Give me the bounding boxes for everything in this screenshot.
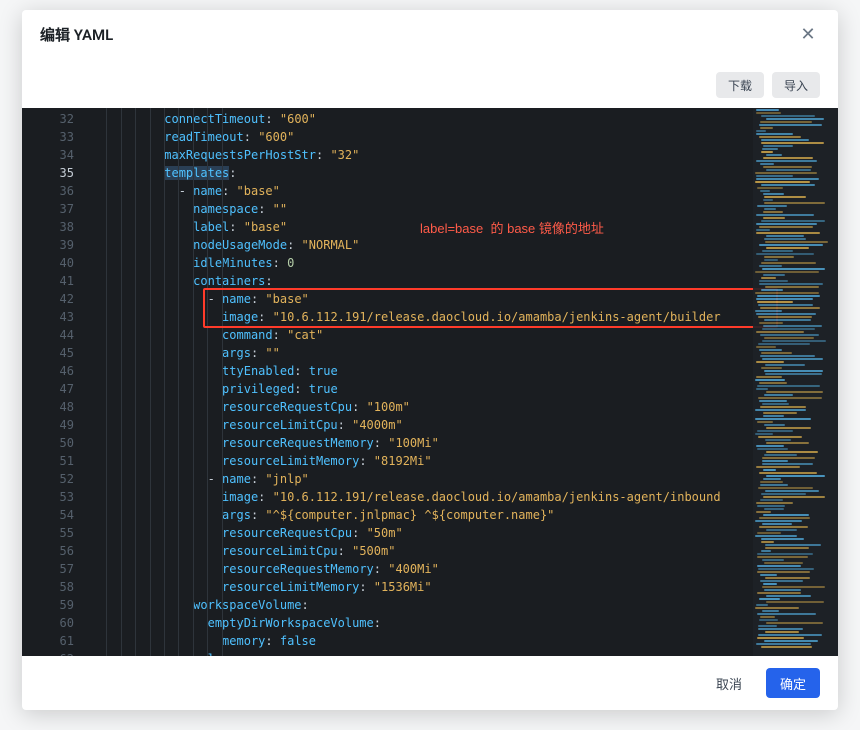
code-line: resourceRequestMemory: "100Mi": [92, 434, 838, 452]
code-line: ttyEnabled: true: [92, 362, 838, 380]
confirm-button[interactable]: 确定: [766, 668, 820, 698]
code-line: resourceLimitCpu: "500m": [92, 542, 838, 560]
code-line: resourceRequestCpu: "100m": [92, 398, 838, 416]
code-line: args: "^${computer.jnlpmac} ^${computer.…: [92, 506, 838, 524]
code-area[interactable]: connectTimeout: "600" readTimeout: "600"…: [92, 108, 838, 656]
code-line: resourceLimitCpu: "4000m": [92, 416, 838, 434]
code-line: connectTimeout: "600": [92, 110, 838, 128]
code-line: emptyDirWorkspaceVolume:: [92, 614, 838, 632]
code-line: - name: "jnlp": [92, 470, 838, 488]
toolbar: 下载 导入: [22, 58, 838, 108]
modal-header: 编辑 YAML ✕: [22, 10, 838, 58]
code-editor[interactable]: 3233343536373839404142434445464748495051…: [22, 108, 838, 656]
code-line: image: "10.6.112.191/release.daocloud.io…: [92, 488, 838, 506]
code-line: privileged: true: [92, 380, 838, 398]
code-line: args: "": [92, 344, 838, 362]
code-line: namespace: "": [92, 200, 838, 218]
close-icon[interactable]: ✕: [796, 22, 820, 46]
code-line: resourceRequestCpu: "50m": [92, 524, 838, 542]
cancel-button[interactable]: 取消: [702, 668, 756, 698]
code-line: - name: "base": [92, 290, 838, 308]
code-line: image: "10.6.112.191/release.daocloud.io…: [92, 308, 838, 326]
code-line: resourceLimitMemory: "1536Mi": [92, 578, 838, 596]
modal-title: 编辑 YAML: [40, 24, 113, 45]
code-line: memory: false: [92, 632, 838, 650]
download-button[interactable]: 下载: [716, 72, 764, 98]
code-line: maxRequestsPerHostStr: "32": [92, 146, 838, 164]
line-number-gutter: 3233343536373839404142434445464748495051…: [22, 108, 92, 656]
code-line: containers:: [92, 272, 838, 290]
code-line: command: "cat": [92, 326, 838, 344]
modal: 编辑 YAML ✕ 下载 导入 323334353637383940414243…: [22, 10, 838, 710]
code-line: label: "base": [92, 218, 838, 236]
code-line: templates:: [92, 164, 838, 182]
code-line: idleMinutes: 0: [92, 254, 838, 272]
code-line: resourceLimitMemory: "8192Mi": [92, 452, 838, 470]
code-line: nodeUsageMode: "NORMAL": [92, 236, 838, 254]
modal-footer: 取消 确定: [22, 656, 838, 710]
code-line: resourceRequestMemory: "400Mi": [92, 560, 838, 578]
minimap[interactable]: [753, 108, 838, 656]
import-button[interactable]: 导入: [772, 72, 820, 98]
code-line: volumes:: [92, 650, 838, 656]
code-line: - name: "base": [92, 182, 838, 200]
code-line: workspaceVolume:: [92, 596, 838, 614]
code-line: readTimeout: "600": [92, 128, 838, 146]
